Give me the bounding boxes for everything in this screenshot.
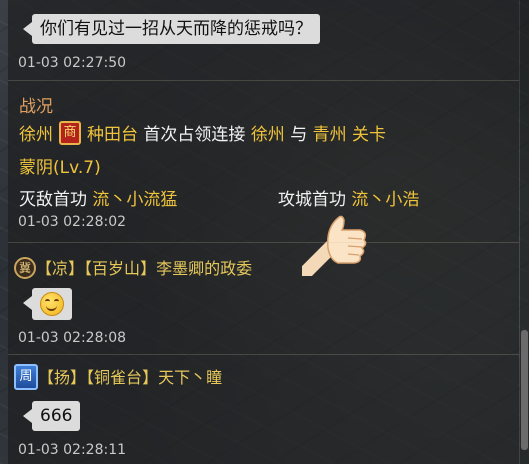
kill-merit-label: 灭敌首功 — [19, 190, 87, 210]
sender-state: 凉 — [52, 259, 69, 278]
divider — [8, 354, 519, 355]
city-link[interactable]: 徐州 — [19, 125, 53, 145]
divider — [8, 80, 519, 81]
message-sender[interactable]: 冀【凉】【百岁山】李墨卿的政委 — [14, 255, 252, 281]
battle-report-line-2: 蒙阴(Lv.7) — [19, 153, 101, 178]
pass-label: 关卡 — [352, 125, 387, 145]
player-badge-icon: 冀 — [14, 256, 36, 279]
player-link[interactable]: 流丶小流猛 — [92, 190, 177, 210]
battle-report-line-1: 徐州商种田台 首次占领连接 徐州 与 青州 关卡 — [19, 120, 386, 147]
siege-merit-label: 攻城首功 — [278, 190, 346, 210]
chat-bubble — [23, 288, 72, 320]
sender-name: 天下丶瞳 — [158, 368, 223, 387]
divider — [8, 242, 519, 243]
message-timestamp: 01-03 02:28:11 — [18, 442, 127, 458]
city-link[interactable]: 徐州 — [251, 125, 285, 145]
city-link[interactable]: 青州 — [313, 125, 347, 145]
alliance-link[interactable]: 种田台 — [87, 125, 138, 145]
chat-scrollbar[interactable] — [520, 0, 529, 464]
player-link[interactable]: 流丶小浩 — [351, 190, 419, 210]
scrollbar-thumb[interactable] — [521, 330, 528, 450]
chat-bubble: 666 — [22, 401, 81, 431]
message-text: 你们有见过一招从天而降的惩戒吗？ — [40, 19, 312, 39]
battle-report-line-3: 灭敌首功 流丶小流猛 — [19, 185, 177, 210]
message-timestamp: 01-03 02:27:50 — [18, 55, 127, 71]
faction-badge-icon: 商 — [59, 121, 81, 145]
sender-name: 李墨卿的政委 — [156, 259, 253, 278]
sender-city: 百岁山 — [92, 259, 141, 278]
battle-report-title: 战况 — [19, 97, 53, 117]
conjunction-text: 与 — [290, 125, 308, 145]
message-sender[interactable]: 周【扬】【铜雀台】天下丶瞳 — [14, 363, 223, 392]
message-timestamp: 01-03 02:28:08 — [18, 330, 127, 346]
chat-bubble: 你们有见过一招从天而降的惩戒吗？ — [23, 14, 320, 44]
event-text: 首次占领连接 — [143, 125, 246, 145]
battle-report-line-3b: 攻城首功 流丶小浩 — [278, 185, 419, 210]
pass-name-link[interactable]: 蒙阴(Lv.7) — [19, 158, 101, 178]
sender-state: 扬 — [54, 368, 71, 387]
message-timestamp: 01-03 02:28:02 — [18, 214, 127, 230]
smiley-emoji-icon — [40, 292, 64, 316]
message-text: 666 — [40, 406, 73, 426]
player-badge-icon: 周 — [14, 363, 38, 390]
sender-city: 铜雀台 — [94, 368, 143, 387]
